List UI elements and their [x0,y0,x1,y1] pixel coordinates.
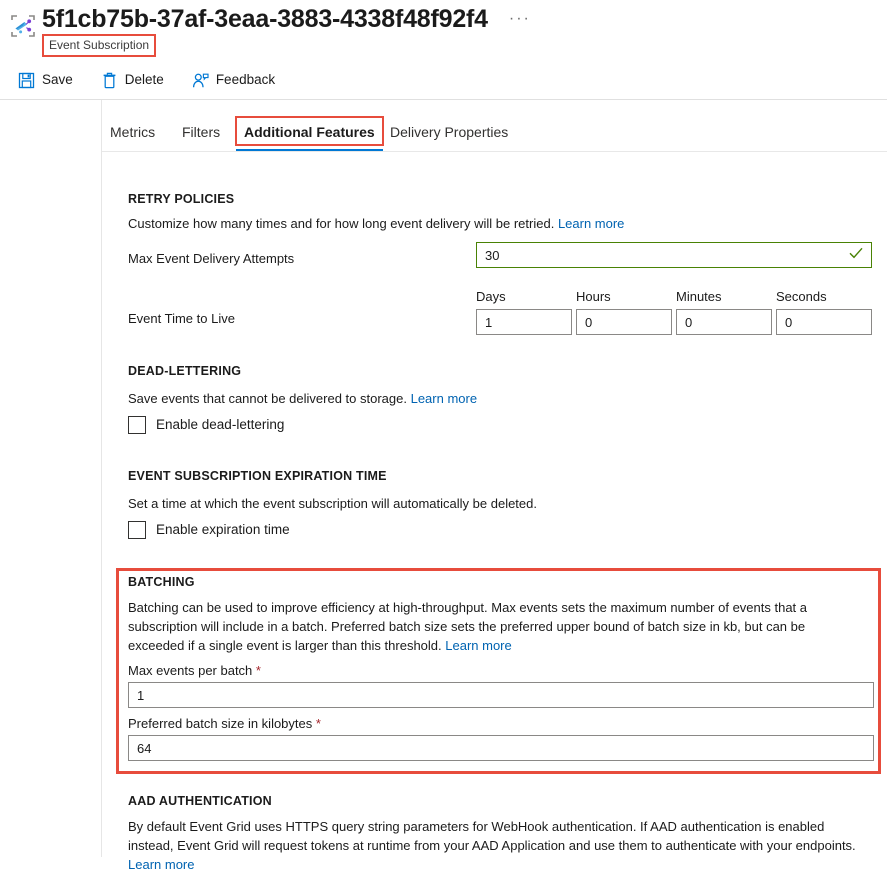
preferred-batch-size-label: Preferred batch size in kilobytes * [128,715,321,733]
tab-delivery-properties-label: Delivery Properties [390,124,509,140]
retry-policies-description-text: Customize how many times and for how lon… [128,216,555,231]
max-event-delivery-attempts-input[interactable] [476,242,872,268]
enable-expiration-time-checkbox[interactable] [128,521,146,539]
ttl-days-input[interactable] [476,309,572,335]
feedback-label: Feedback [215,72,276,87]
left-navigation-rail [0,100,102,857]
resource-type-subtitle: Event Subscription [42,34,157,57]
retry-policies-title: RETRY POLICIES [128,192,235,206]
more-options-button[interactable]: ··· [506,4,534,34]
command-bar: Save Delete Feedback [14,68,299,92]
aad-description-text: By default Event Grid uses HTTPS query s… [128,819,856,853]
tab-metrics-label: Metrics [110,124,156,140]
title-row: 5f1cb75b-37af-3eaa-3883-4338f48f92f4 ··· [42,3,534,35]
delete-button[interactable]: Delete [97,68,174,92]
tab-list: Metrics Filters Additional Features Deli… [102,114,887,153]
batching-description: Batching can be used to improve efficien… [128,598,850,655]
max-event-delivery-attempts-wrap [476,242,872,268]
batching-learn-more-link[interactable]: Learn more [445,638,511,653]
tab-filters[interactable]: Filters [180,114,222,150]
batching-title: BATCHING [128,575,195,589]
tab-additional-features-label: Additional Features [244,124,375,140]
tab-delivery-properties[interactable]: Delivery Properties [388,114,510,150]
ttl-hours-label: Hours [576,289,611,304]
feedback-icon [192,72,209,89]
dead-lettering-title: DEAD-LETTERING [128,364,242,378]
event-grid-subscription-icon [9,12,37,40]
enable-dead-lettering-checkbox-row[interactable]: Enable dead-lettering [128,416,284,434]
subtitle-wrap: Event Subscription [42,34,157,57]
ttl-minutes-label: Minutes [676,289,722,304]
save-label: Save [42,72,73,87]
enable-expiration-time-label: Enable expiration time [156,522,290,537]
retry-policies-description: Customize how many times and for how lon… [128,214,868,233]
save-icon [18,72,35,89]
enable-dead-lettering-checkbox[interactable] [128,416,146,434]
ttl-seconds-input[interactable] [776,309,872,335]
tab-filters-label: Filters [182,124,221,140]
expiration-title: EVENT SUBSCRIPTION EXPIRATION TIME [128,469,387,483]
tabs-baseline [102,151,887,152]
save-button[interactable]: Save [14,68,83,92]
feedback-button[interactable]: Feedback [188,68,285,92]
dead-lettering-description: Save events that cannot be delivered to … [128,389,868,408]
max-events-per-batch-label: Max events per batch * [128,662,261,680]
delete-label: Delete [124,72,164,87]
delete-icon [101,72,118,89]
preferred-batch-size-input[interactable] [128,735,874,761]
tab-metrics[interactable]: Metrics [108,114,157,150]
enable-expiration-time-checkbox-row[interactable]: Enable expiration time [128,521,290,539]
page-header: 5f1cb75b-37af-3eaa-3883-4338f48f92f4 ···… [0,0,887,100]
max-events-required-indicator: * [255,663,261,678]
max-events-per-batch-label-text: Max events per batch [128,663,253,678]
retry-policies-learn-more-link[interactable]: Learn more [558,216,624,231]
aad-description: By default Event Grid uses HTTPS query s… [128,817,873,874]
dead-lettering-description-text: Save events that cannot be delivered to … [128,391,407,406]
ttl-minutes-input[interactable] [676,309,772,335]
tab-additional-features[interactable]: Additional Features [235,114,384,152]
ttl-seconds-label: Seconds [776,289,827,304]
max-event-delivery-attempts-label: Max Event Delivery Attempts [128,251,295,266]
content-pane: Metrics Filters Additional Features Deli… [102,100,887,872]
event-time-to-live-label: Event Time to Live [128,311,235,326]
dead-lettering-learn-more-link[interactable]: Learn more [411,391,477,406]
expiration-description: Set a time at which the event subscripti… [128,496,537,511]
aad-learn-more-link[interactable]: Learn more [128,857,194,872]
ttl-hours-input[interactable] [576,309,672,335]
preferred-batch-size-required-indicator: * [315,716,321,731]
max-events-per-batch-input[interactable] [128,682,874,708]
aad-title: AAD AUTHENTICATION [128,794,272,808]
page-title: 5f1cb75b-37af-3eaa-3883-4338f48f92f4 [42,5,488,33]
enable-dead-lettering-label: Enable dead-lettering [156,417,285,432]
preferred-batch-size-label-text: Preferred batch size in kilobytes [128,716,313,731]
ttl-days-label: Days [476,289,506,304]
